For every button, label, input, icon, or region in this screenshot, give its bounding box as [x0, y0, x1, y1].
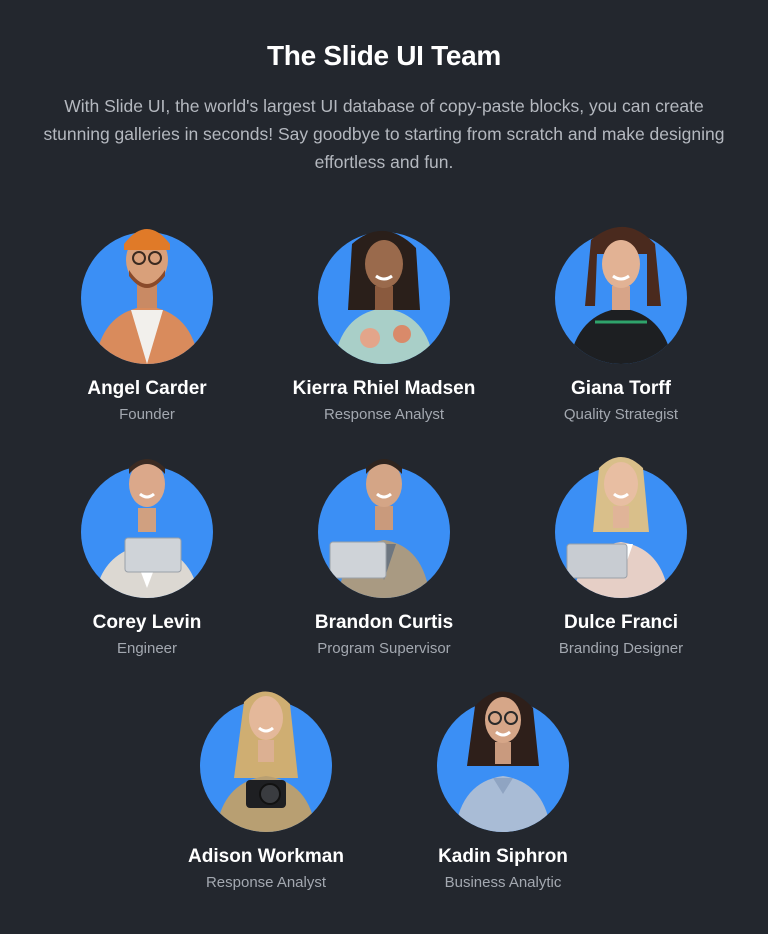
member-role: Quality Strategist — [563, 406, 679, 423]
person-photo — [95, 459, 199, 598]
member-role: Founder — [119, 406, 175, 423]
avatar — [81, 214, 213, 364]
member-name: Giana Torff — [571, 378, 671, 399]
person-photo — [566, 457, 669, 598]
avatar — [200, 682, 332, 832]
person-photo — [95, 229, 199, 364]
member-role: Business Analytic — [444, 874, 562, 891]
avatar — [555, 214, 687, 364]
team-member-card: Angel Carder Founder — [37, 214, 257, 423]
member-name: Dulce Franci — [563, 612, 679, 633]
member-name: Kierra Rhiel Madsen — [292, 378, 476, 399]
person-photo — [455, 691, 551, 832]
member-name: Adison Workman — [188, 846, 344, 867]
section-title: The Slide UI Team — [267, 40, 501, 71]
team-member-card: Adison Workman Response Analyst — [156, 682, 376, 891]
member-role: Response Analyst — [205, 874, 327, 891]
team-member-card: Dulce Franci Branding Designer — [511, 448, 731, 657]
team-member-card: Brandon Curtis Program Supervisor — [274, 448, 494, 657]
member-name: Angel Carder — [87, 378, 207, 399]
person-photo — [334, 230, 434, 364]
member-role: Engineer — [116, 640, 178, 657]
section-description: With Slide UI, the world's largest UI da… — [43, 96, 725, 172]
team-section: The Slide UI Team With Slide UI, the wor… — [0, 0, 768, 934]
avatar — [81, 448, 213, 598]
team-member-card: Kadin Siphron Business Analytic — [393, 682, 613, 891]
member-role: Program Supervisor — [317, 640, 451, 657]
person-photo — [329, 459, 430, 598]
person-photo — [569, 226, 673, 364]
avatar — [437, 682, 569, 832]
member-role: Branding Designer — [558, 640, 684, 657]
member-name: Corey Levin — [92, 612, 202, 633]
team-member-card: Corey Levin Engineer — [37, 448, 257, 657]
member-name: Kadin Siphron — [438, 846, 568, 867]
member-name: Brandon Curtis — [314, 612, 454, 633]
member-role: Response Analyst — [323, 406, 445, 423]
avatar — [318, 448, 450, 598]
avatar — [555, 448, 687, 598]
team-member-card: Kierra Rhiel Madsen Response Analyst — [274, 214, 494, 423]
team-member-card: Giana Torff Quality Strategist — [511, 214, 731, 423]
avatar — [318, 214, 450, 364]
person-photo — [216, 691, 316, 832]
